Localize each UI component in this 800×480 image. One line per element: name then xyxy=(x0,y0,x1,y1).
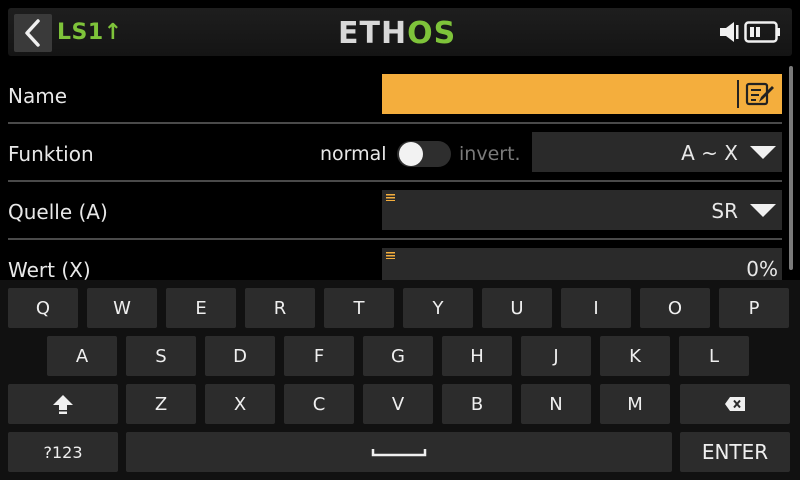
key-r[interactable]: R xyxy=(245,288,315,328)
name-label: Name xyxy=(8,84,68,108)
key-b[interactable]: B xyxy=(442,384,512,424)
source-select[interactable]: SR xyxy=(382,190,782,230)
field-separator xyxy=(737,80,739,108)
space-icon xyxy=(371,449,427,457)
toggle-invert-label: invert. xyxy=(459,143,521,165)
scrollbar[interactable] xyxy=(789,66,793,270)
value-value: 0% xyxy=(746,257,778,281)
invert-toggle[interactable] xyxy=(397,141,451,167)
edit-icon[interactable] xyxy=(745,80,775,108)
key-g[interactable]: G xyxy=(363,336,433,376)
key-n[interactable]: N xyxy=(521,384,591,424)
drag-handle-icon xyxy=(386,252,395,259)
name-input[interactable] xyxy=(382,74,782,114)
key-k[interactable]: K xyxy=(600,336,670,376)
key-t[interactable]: T xyxy=(324,288,394,328)
top-header: LS1↑ ETH OS xyxy=(0,0,800,62)
divider xyxy=(8,122,782,124)
status-icons xyxy=(718,20,782,44)
key-q[interactable]: Q xyxy=(8,288,78,328)
toggle-normal-label: normal xyxy=(320,143,387,165)
shift-icon xyxy=(53,395,73,414)
value-label: Wert (X) xyxy=(8,258,91,282)
function-label: Funktion xyxy=(8,142,94,166)
key-v[interactable]: V xyxy=(363,384,433,424)
drag-handle-icon xyxy=(386,194,395,201)
divider xyxy=(8,180,782,182)
page-title: LS1↑ xyxy=(57,20,123,45)
key-f[interactable]: F xyxy=(284,336,354,376)
enter-key[interactable]: ENTER xyxy=(680,432,790,472)
key-l[interactable]: L xyxy=(679,336,749,376)
space-key[interactable] xyxy=(126,432,672,472)
key-x[interactable]: X xyxy=(205,384,275,424)
toggle-knob xyxy=(399,142,423,166)
function-select[interactable]: A ~ X xyxy=(532,132,782,172)
source-value: SR xyxy=(711,199,738,223)
divider xyxy=(8,238,782,240)
battery-icon xyxy=(744,21,780,43)
speaker-icon xyxy=(720,22,739,42)
key-e[interactable]: E xyxy=(166,288,236,328)
back-button[interactable] xyxy=(14,14,52,52)
back-arrow-icon xyxy=(25,19,40,47)
key-m[interactable]: M xyxy=(600,384,670,424)
key-h[interactable]: H xyxy=(442,336,512,376)
ethos-logo: ETH OS xyxy=(338,15,457,51)
key-i[interactable]: I xyxy=(561,288,631,328)
on-screen-keyboard: Q W E R T Y U I O P A S D F G H J K L Z … xyxy=(0,280,800,480)
key-j[interactable]: J xyxy=(521,336,591,376)
symbols-key[interactable]: ?123 xyxy=(8,432,118,472)
dropdown-caret-icon xyxy=(750,146,776,159)
key-y[interactable]: Y xyxy=(403,288,473,328)
backspace-icon xyxy=(725,397,745,411)
dropdown-caret-icon xyxy=(750,204,776,217)
key-c[interactable]: C xyxy=(284,384,354,424)
key-o[interactable]: O xyxy=(640,288,710,328)
key-w[interactable]: W xyxy=(87,288,157,328)
backspace-key[interactable] xyxy=(680,384,790,424)
key-p[interactable]: P xyxy=(719,288,789,328)
key-u[interactable]: U xyxy=(482,288,552,328)
shift-key[interactable] xyxy=(8,384,118,424)
key-d[interactable]: D xyxy=(205,336,275,376)
source-label: Quelle (A) xyxy=(8,200,108,224)
function-value: A ~ X xyxy=(681,141,738,165)
key-s[interactable]: S xyxy=(126,336,196,376)
key-z[interactable]: Z xyxy=(126,384,196,424)
key-a[interactable]: A xyxy=(47,336,117,376)
